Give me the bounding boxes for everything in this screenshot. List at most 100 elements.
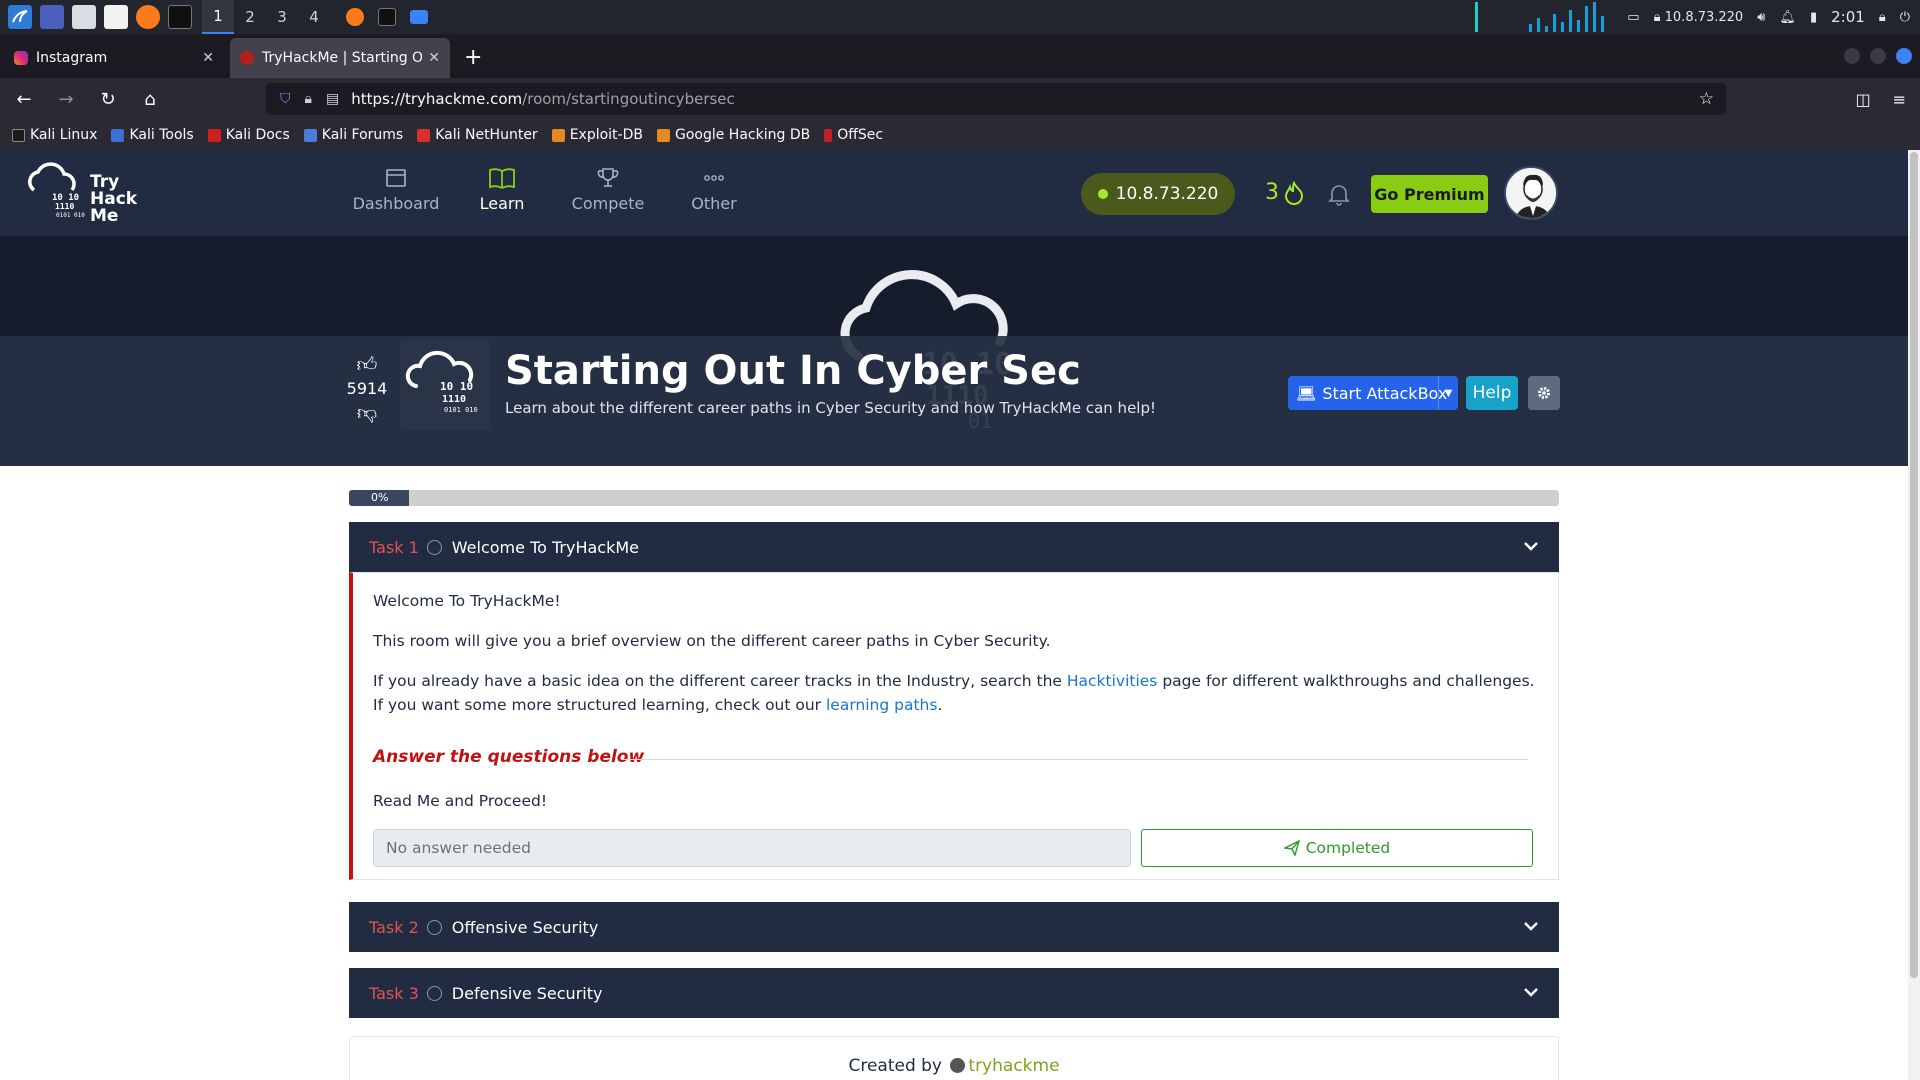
bookmark-exploit-db[interactable]: Exploit-DB bbox=[551, 127, 643, 143]
firefox-icon[interactable] bbox=[136, 5, 160, 29]
learning-paths-link[interactable]: learning paths bbox=[826, 696, 937, 714]
terminal-icon[interactable] bbox=[168, 5, 192, 29]
reload-icon[interactable]: ↻ bbox=[90, 89, 126, 110]
task-status-circle-icon bbox=[426, 985, 442, 1001]
task-title: Defensive Security bbox=[451, 983, 603, 1003]
forward-arrow-icon[interactable]: → bbox=[48, 89, 84, 110]
chevron-down-icon[interactable] bbox=[1521, 916, 1541, 936]
workspace-4[interactable]: 4 bbox=[298, 0, 330, 34]
user-avatar-icon bbox=[1506, 168, 1556, 218]
tab-instagram[interactable]: Instagram ✕ bbox=[4, 38, 224, 78]
page-scrollbar[interactable] bbox=[1908, 150, 1920, 1080]
folder-window-icon[interactable] bbox=[410, 10, 428, 24]
task-status-circle-icon bbox=[426, 539, 442, 555]
streak-counter[interactable]: 3 bbox=[1265, 180, 1305, 205]
back-arrow-icon[interactable]: ← bbox=[6, 89, 42, 110]
power-icon[interactable]: ⏻ bbox=[1900, 10, 1910, 25]
kali-menu-icon[interactable] bbox=[8, 5, 32, 29]
instagram-icon bbox=[14, 51, 28, 65]
vote-count: 5914 bbox=[346, 379, 388, 398]
creator-link[interactable]: tryhackme bbox=[968, 1056, 1059, 1076]
bookmark-google-hacking-db[interactable]: Google Hacking DB bbox=[656, 127, 810, 143]
vote-widget: 👍︎ 5914 👎︎ bbox=[345, 352, 389, 425]
offsec-icon bbox=[824, 128, 833, 142]
terminal-window-icon[interactable] bbox=[378, 8, 396, 26]
completed-button[interactable]: Completed bbox=[1141, 829, 1533, 867]
exploit-db-icon bbox=[551, 128, 565, 142]
workspace-3[interactable]: 3 bbox=[266, 0, 298, 34]
clock[interactable]: 2:01 bbox=[1831, 8, 1865, 26]
new-tab-plus-icon[interactable]: + bbox=[464, 45, 482, 70]
vpn-lock-icon: 🔒︎ bbox=[1653, 9, 1665, 25]
nav-compete[interactable]: Compete bbox=[568, 166, 648, 213]
browser-nav-bar: ← → ↻ ⌂ ⛉ 🔒︎ ▤ https://tryhackme.com/roo… bbox=[0, 78, 1920, 120]
hacktivities-link[interactable]: Hacktivities bbox=[1067, 672, 1158, 690]
task-3-header[interactable]: Task 3 Defensive Security bbox=[349, 968, 1559, 1018]
svg-text:1110: 1110 bbox=[442, 394, 466, 405]
page-info-icon[interactable]: ▤ bbox=[326, 91, 339, 107]
bookmark-kali-linux[interactable]: Kali Linux bbox=[12, 127, 97, 143]
bookmark-offsec[interactable]: OffSec bbox=[824, 127, 883, 143]
hamburger-menu-icon[interactable]: ≡ bbox=[1893, 90, 1906, 109]
nav-dashboard[interactable]: Dashboard bbox=[353, 166, 439, 213]
nav-learn[interactable]: Learn bbox=[462, 166, 542, 213]
gear-icon bbox=[1538, 387, 1550, 399]
pocket-icon[interactable]: ◫ bbox=[1855, 90, 1870, 109]
go-premium-button[interactable]: Go Premium bbox=[1371, 175, 1488, 213]
answer-input[interactable]: No answer needed bbox=[373, 829, 1131, 867]
user-avatar[interactable] bbox=[1504, 166, 1558, 220]
firefox-window-icon[interactable] bbox=[346, 8, 364, 26]
lock-screen-icon[interactable]: 🔒︎ bbox=[1879, 10, 1886, 25]
battery-icon[interactable]: ▮ bbox=[1810, 10, 1817, 25]
creator-avatar-icon bbox=[950, 1058, 966, 1073]
tab-tryhackme[interactable]: TryHackMe | Starting Out In Cyber Sec ✕ bbox=[230, 38, 450, 78]
room-icon: 10 10 1110 0101 010 bbox=[400, 340, 490, 430]
machine-ip-pill[interactable]: 10.8.73.220 bbox=[1081, 173, 1235, 215]
os-taskbar: 1 2 3 4 ▭ 🔒︎ 10.8.73.220 🔊︎ 🔔︎ ▮ 2:01 🔒︎… bbox=[0, 0, 1920, 34]
text-editor-icon[interactable] bbox=[104, 5, 128, 29]
help-button[interactable]: Help bbox=[1466, 376, 1518, 410]
bookmark-kali-nethunter[interactable]: Kali NetHunter bbox=[417, 127, 538, 143]
shield-icon[interactable]: ⛉ bbox=[280, 91, 291, 107]
status-dot-icon bbox=[1097, 189, 1108, 199]
task-1-header[interactable]: Task 1 Welcome To TryHackMe bbox=[349, 522, 1559, 572]
tryhackme-logo[interactable]: 10 10 1110 0101 010 Try Hack Me bbox=[22, 156, 142, 230]
room-cloud-icon: 10 10 1110 0101 010 bbox=[405, 350, 478, 414]
bookmark-kali-docs[interactable]: Kali Docs bbox=[207, 127, 290, 143]
display-icon[interactable]: ▭ bbox=[1627, 10, 1639, 25]
volume-icon[interactable]: 🔊︎ bbox=[1757, 10, 1765, 25]
start-attackbox-button[interactable]: 💻︎ Start AttackBox ▼ bbox=[1288, 376, 1458, 410]
task-paragraph-2: This room will give you a brief overview… bbox=[373, 632, 1051, 650]
file-manager-icon[interactable] bbox=[72, 5, 96, 29]
bookmark-kali-forums[interactable]: Kali Forums bbox=[303, 127, 403, 143]
room-settings-button[interactable] bbox=[1528, 376, 1560, 410]
bookmark-kali-tools[interactable]: Kali Tools bbox=[111, 127, 194, 143]
book-icon bbox=[489, 168, 515, 190]
desktop-icon[interactable] bbox=[40, 5, 64, 29]
minimize-icon[interactable] bbox=[1844, 48, 1860, 64]
chevron-down-icon[interactable] bbox=[1521, 536, 1541, 556]
cloud-logo-icon: 10 10 1110 0101 010 bbox=[28, 162, 85, 219]
nav-other[interactable]: Other bbox=[674, 166, 754, 213]
scrollbar-thumb[interactable] bbox=[1910, 152, 1918, 978]
task-1-body: Welcome To TryHackMe! This room will giv… bbox=[349, 572, 1559, 880]
url-bar[interactable]: ⛉ 🔒︎ ▤ https://tryhackme.com/room/starti… bbox=[266, 83, 1726, 115]
close-icon[interactable]: ✕ bbox=[428, 50, 440, 66]
maximize-icon[interactable] bbox=[1870, 48, 1886, 64]
chevron-down-icon[interactable]: ▼ bbox=[1438, 376, 1458, 410]
task-2-header[interactable]: Task 2 Offensive Security bbox=[349, 902, 1559, 952]
workspace-2[interactable]: 2 bbox=[234, 0, 266, 34]
workspace-1[interactable]: 1 bbox=[202, 0, 234, 34]
padlock-icon[interactable]: 🔒︎ bbox=[305, 91, 312, 107]
home-icon[interactable]: ⌂ bbox=[132, 89, 168, 110]
notification-bell-icon[interactable] bbox=[1328, 182, 1350, 206]
thumbs-up-icon[interactable]: 👍︎ bbox=[345, 352, 389, 377]
chevron-down-icon[interactable] bbox=[1521, 982, 1541, 1002]
notification-bell-icon[interactable]: 🔔︎ bbox=[1779, 10, 1796, 25]
window-close-icon[interactable] bbox=[1896, 48, 1912, 64]
bookmarks-bar: Kali Linux Kali Tools Kali Docs Kali For… bbox=[0, 120, 1920, 150]
dashboard-icon bbox=[386, 169, 406, 187]
bookmark-star-icon[interactable]: ☆ bbox=[1699, 89, 1714, 109]
close-icon[interactable]: ✕ bbox=[202, 50, 214, 66]
thumbs-down-icon[interactable]: 👎︎ bbox=[345, 400, 389, 425]
